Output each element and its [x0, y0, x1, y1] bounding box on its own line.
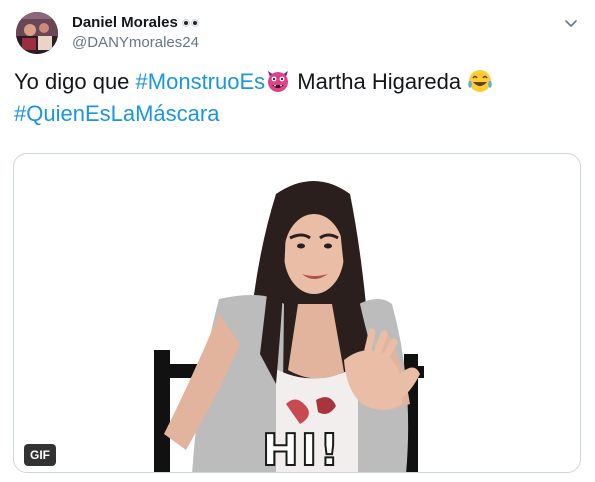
text-prefix: Yo digo que: [14, 69, 136, 94]
hashtag-quieneslamascara[interactable]: #QuienEsLaMáscara: [14, 101, 219, 126]
tweet-header: Daniel Morales @DANYmorales24: [14, 10, 584, 56]
tweet-card[interactable]: Daniel Morales @DANYmorales24 Yo digo qu…: [0, 0, 595, 482]
pink-monster-emoji: [265, 68, 291, 94]
chevron-down-icon[interactable]: [562, 14, 580, 32]
gif-media[interactable]: HI! GIF: [13, 153, 581, 473]
tweet-text: Yo digo que #MonstruoEs Martha Higareda …: [14, 66, 584, 130]
eyes-emoji: [181, 19, 199, 27]
author-name[interactable]: Daniel Morales: [72, 13, 178, 33]
avatar[interactable]: [16, 12, 58, 54]
gif-caption: HI!: [261, 425, 342, 473]
hashtag-monstruoes[interactable]: #MonstruoEs: [136, 69, 266, 94]
gif-badge: GIF: [24, 444, 56, 466]
tears-of-joy-emoji: [467, 68, 493, 94]
text-middle: Martha Higareda: [291, 69, 468, 94]
author-handle[interactable]: @DANYmorales24: [72, 33, 199, 53]
